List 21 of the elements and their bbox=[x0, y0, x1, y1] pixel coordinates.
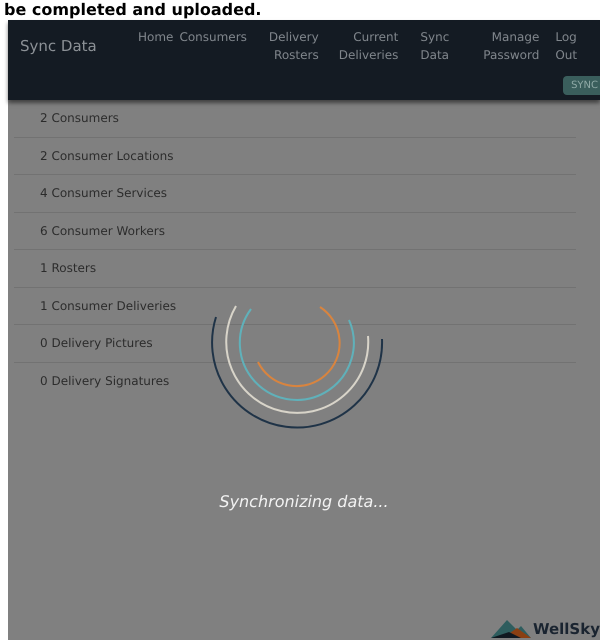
sync-count-item: 6 Consumer Workers bbox=[40, 224, 165, 238]
navbar-brand[interactable]: Sync Data bbox=[20, 37, 138, 55]
sync-count-item: 4 Consumer Services bbox=[40, 186, 168, 200]
sync-count-item: 1 Rosters bbox=[40, 261, 96, 276]
sync-count-item: 0 Delivery Signatures bbox=[40, 374, 170, 388]
nav-link[interactable]: Manage Password bbox=[483, 28, 540, 64]
loading-message: Synchronizing data... bbox=[218, 492, 390, 511]
page-heading: be completed and uploaded. bbox=[3, 0, 262, 20]
sync-count-item: 2 Consumers bbox=[40, 111, 119, 126]
mountain-logo-icon bbox=[490, 618, 531, 638]
sync-count-item: 0 Delivery Pictures bbox=[40, 336, 153, 350]
sync-button[interactable]: SYNC bbox=[563, 76, 600, 95]
sync-count-item: 2 Consumer Locations bbox=[40, 148, 174, 163]
nav-link[interactable]: Current Deliveries bbox=[338, 28, 398, 64]
logo-text: WellSky bbox=[532, 620, 600, 638]
nav-link[interactable]: Consumers bbox=[179, 28, 247, 46]
nav-link[interactable]: Log Out bbox=[555, 28, 578, 64]
nav-link[interactable]: Delivery Rosters bbox=[268, 28, 319, 64]
nav-link[interactable]: Home bbox=[138, 28, 174, 46]
nav-link[interactable]: Sync Data bbox=[420, 28, 450, 64]
sync-count-item: 1 Consumer Deliveries bbox=[40, 298, 176, 313]
